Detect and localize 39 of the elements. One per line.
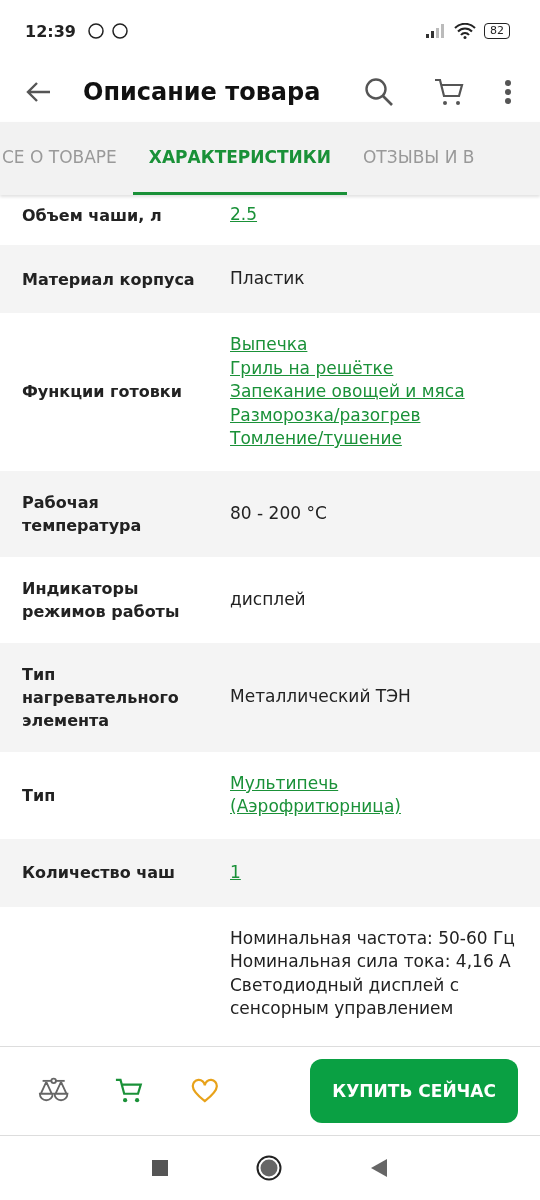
cart-icon[interactable] — [434, 78, 464, 106]
spec-value: дисплей — [230, 587, 306, 611]
spec-value: Пластик — [230, 267, 305, 291]
back-arrow-icon[interactable] — [25, 81, 51, 103]
spec-link[interactable]: Разморозка/разогрев — [230, 403, 421, 427]
spec-value: Номинальная сила тока: 4,16 А — [230, 950, 511, 973]
spec-label: Тип — [22, 784, 57, 807]
spec-label: Индикаторы режимов работы — [22, 577, 181, 623]
spec-label: Функции готовки — [22, 381, 183, 404]
spec-label: Количество чаш — [22, 862, 177, 884]
status-time: 12:39 — [25, 21, 76, 41]
back-button[interactable] — [370, 1158, 388, 1178]
page-title: Описание товара — [83, 78, 322, 106]
spec-link[interactable]: Гриль на решётке — [230, 356, 394, 380]
spec-value: Номинальная частота: 50-60 Гц — [230, 926, 515, 950]
spec-value: 80 - 200 °C — [230, 501, 327, 525]
spec-value: Металлический ТЭН — [230, 685, 411, 709]
buy-now-button[interactable]: КУПИТЬ СЕЙЧАС — [310, 1059, 518, 1123]
spec-link[interactable]: Запекание овощей и мяса — [230, 380, 465, 404]
spec-label: Тип нагревательного элемента — [22, 663, 180, 732]
spec-label: Материал корпуса — [22, 268, 196, 291]
spec-label: Объем чаши, л — [22, 204, 163, 227]
wifi-icon — [454, 23, 476, 39]
home-button[interactable] — [256, 1155, 282, 1181]
cart-icon[interactable] — [115, 1077, 145, 1105]
search-icon[interactable] — [364, 77, 394, 107]
spec-link[interactable]: 1 — [230, 860, 241, 885]
spec-link[interactable]: Томление/тушение — [230, 427, 402, 451]
tab[interactable]: ХАРАКТЕРИСТИКИ — [132, 122, 347, 195]
tab[interactable]: ОТЗЫВЫ И В — [346, 122, 491, 195]
spec-link[interactable]: Мультипечь (Аэрофритюрница) — [230, 771, 480, 819]
signal-icon — [426, 24, 446, 38]
spec-link[interactable]: Выпечка — [230, 333, 308, 357]
spec-value: Светодиодный дисплей с сенсорным управлением — [230, 973, 460, 1020]
battery-icon: 82 — [484, 23, 510, 39]
spec-link[interactable]: 2.5 — [230, 203, 258, 227]
more-icon[interactable] — [504, 79, 512, 105]
tab[interactable]: СЕ О ТОВАРЕ — [0, 122, 133, 195]
spec-label: Рабочая температура — [22, 491, 143, 537]
